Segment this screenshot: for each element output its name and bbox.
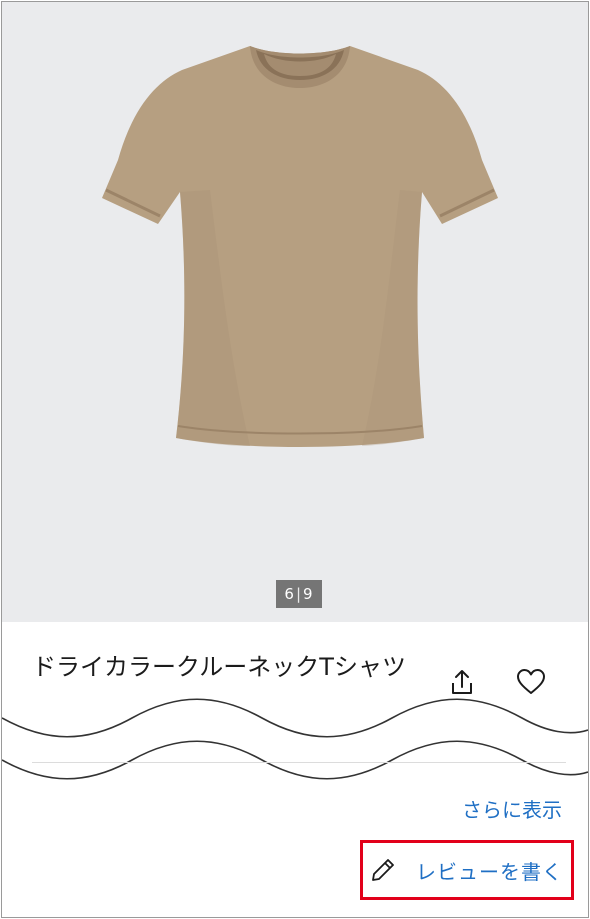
section-divider	[32, 762, 566, 763]
show-more-link[interactable]: さらに表示	[462, 794, 562, 823]
pencil-icon	[372, 859, 394, 881]
product-title: ドライカラークルーネックTシャツ	[32, 653, 406, 681]
product-image-gallery[interactable]: 6|9	[2, 2, 588, 622]
image-counter: 6|9	[276, 580, 322, 608]
write-review-button[interactable]: レビューを書く	[366, 847, 570, 893]
image-counter-total: 9	[303, 585, 314, 603]
product-card: 6|9 ドライカラークルーネックTシャツ さらに表示 レビューを書く	[1, 1, 589, 918]
write-review-label: レビューを書く	[416, 859, 563, 884]
image-counter-separator: |	[295, 585, 303, 603]
content-break-wave	[2, 698, 588, 780]
image-counter-current: 6	[284, 585, 295, 603]
product-image-tshirt	[102, 46, 498, 447]
